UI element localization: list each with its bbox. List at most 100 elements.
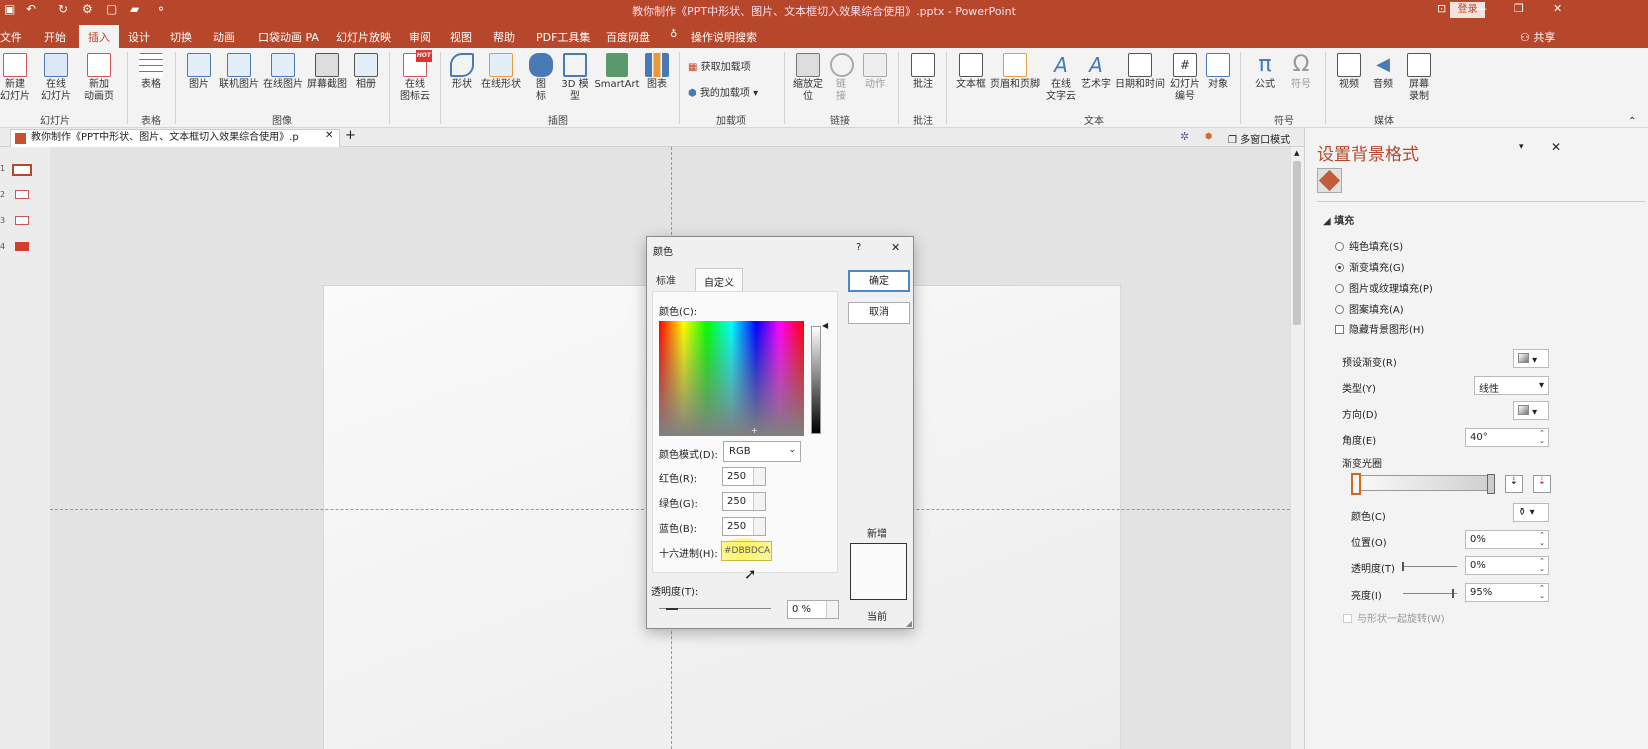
blue-input[interactable]: 250 — [722, 517, 766, 536]
green-input[interactable]: 250 — [722, 492, 766, 511]
new-tab-icon[interactable]: + — [345, 128, 356, 143]
angle-input[interactable]: 40° ⌃ ⌄ — [1465, 428, 1549, 447]
minimize-icon[interactable]: — — [1476, 2, 1487, 15]
transparency-slider[interactable] — [1402, 562, 1457, 571]
collapse-ribbon-icon[interactable]: ⌃ — [1628, 116, 1636, 127]
color-crosshair[interactable]: + — [751, 427, 758, 435]
dialog-transparency-input[interactable]: 0 % — [787, 600, 839, 619]
multi-window-button[interactable]: ❐ 多窗口模式 — [1228, 131, 1290, 146]
screenshot-button[interactable]: 屏幕截图 — [306, 53, 348, 91]
fill-category-button[interactable] — [1317, 168, 1342, 193]
resize-grip-icon[interactable]: ◢ — [906, 619, 912, 628]
hide-background-checkbox[interactable] — [1335, 325, 1344, 334]
datetime-button[interactable]: 日期和时间 — [1114, 53, 1166, 91]
picture-fill-radio[interactable] — [1335, 284, 1344, 293]
link-button[interactable]: 链 接 — [830, 53, 854, 103]
rotate-with-shape-option[interactable]: 与形状一起旋转(W) — [1343, 610, 1445, 625]
gradient-stops-bar[interactable] — [1355, 475, 1493, 491]
screen-recording-button[interactable]: 屏幕 录制 — [1402, 53, 1436, 103]
gradient-stop-1[interactable] — [1351, 473, 1361, 495]
gradient-type-dropdown[interactable]: 线性 ▾ — [1474, 376, 1549, 395]
new-slide-button[interactable]: 新建 幻灯片 — [0, 53, 30, 103]
tab-design[interactable]: 设计 — [128, 29, 150, 45]
brightness-slider[interactable] — [1403, 589, 1457, 598]
tab-review[interactable]: 审阅 — [409, 29, 431, 45]
share-button[interactable]: ⚇ 共享 — [1520, 29, 1555, 45]
gradient-stop-2[interactable] — [1487, 474, 1495, 494]
zoom-button[interactable]: 缩放定 位 — [790, 53, 826, 103]
header-footer-button[interactable]: 页眉和页脚 — [990, 53, 1040, 91]
tab-home[interactable]: 开始 — [44, 29, 66, 45]
chart-button[interactable]: 图表 — [644, 53, 670, 91]
add-stop-button[interactable]: ⇣ — [1505, 475, 1523, 493]
gradient-fill-radio[interactable] — [1335, 263, 1344, 272]
brightness-slider-thumb[interactable] — [1452, 589, 1454, 598]
plugin-icon[interactable]: ✲ — [1180, 130, 1189, 143]
cancel-button[interactable]: 取消 — [848, 302, 910, 324]
tell-me-search[interactable]: 操作说明搜索 — [691, 29, 757, 45]
scroll-thumb[interactable] — [1293, 161, 1301, 325]
pattern-fill-radio[interactable] — [1335, 305, 1344, 314]
online-text-cloud-button[interactable]: A 在线 文字云 — [1044, 53, 1078, 103]
pane-options-icon[interactable]: ▾ — [1519, 142, 1524, 152]
pattern-fill-option[interactable]: 图案填充(A) — [1335, 301, 1404, 316]
online-picture-button[interactable]: 联机图片 — [218, 53, 260, 91]
3d-model-button[interactable]: 3D 模 型 — [560, 53, 590, 103]
object-button[interactable]: 对象 — [1204, 53, 1232, 91]
document-tab[interactable]: 教你制作《PPT中形状、图片、文本框切入效果综合使用》.p — [10, 129, 340, 147]
table-button[interactable]: 表格 — [136, 53, 166, 91]
textbox-button[interactable]: 文本框 — [954, 53, 988, 91]
dialog-transparency-thumb[interactable] — [666, 608, 678, 610]
ribbon-display-icon[interactable]: ⊡ — [1437, 2, 1446, 15]
scroll-up-icon[interactable]: ▲ — [1294, 149, 1299, 157]
tab-file[interactable]: 文件 — [0, 29, 22, 45]
tab-pdf-tools[interactable]: PDF工具集 — [536, 29, 590, 45]
online-slide-button[interactable]: 在线 幻灯片 — [36, 53, 76, 103]
maximize-icon[interactable]: ❐ — [1514, 2, 1524, 15]
help-button[interactable]: ? — [856, 242, 861, 253]
action-button[interactable]: 动作 — [860, 53, 890, 91]
tab-help[interactable]: 帮助 — [493, 29, 515, 45]
color-spectrum[interactable]: + — [659, 321, 804, 436]
tab-animations[interactable]: 动画 — [213, 29, 235, 45]
stop-position-input[interactable]: 0% ⌃ ⌄ — [1465, 530, 1549, 549]
gradient-fill-option[interactable]: 渐变填充(G) — [1335, 259, 1405, 274]
smartart-button[interactable]: SmartArt — [594, 53, 640, 91]
hide-background-option[interactable]: 隐藏背景图形(H) — [1335, 321, 1424, 336]
online-picture2-button[interactable]: 在线图片 — [262, 53, 304, 91]
tab-transitions[interactable]: 切换 — [170, 29, 192, 45]
pane-close-icon[interactable]: ✕ — [1551, 140, 1561, 154]
slide-number-button[interactable]: # 幻灯片 编号 — [1168, 53, 1202, 103]
fill-section-header[interactable]: ◢ 填充 — [1323, 212, 1354, 227]
equation-button[interactable]: π 公式 — [1250, 53, 1280, 91]
tab-view[interactable]: 视图 — [450, 29, 472, 45]
picture-button[interactable]: 图片 — [184, 53, 214, 91]
close-tab-icon[interactable]: ✕ — [325, 130, 333, 141]
icons-button[interactable]: 图 标 — [528, 53, 554, 103]
dialog-transparency-slider[interactable] — [659, 608, 771, 610]
audio-button[interactable]: ◀ 音频 — [1368, 53, 1398, 91]
tab-standard[interactable]: 标准 — [656, 272, 676, 287]
tab-insert[interactable]: 插入 — [79, 25, 119, 48]
online-shapes-button[interactable]: 在线形状 — [480, 53, 522, 91]
stop-transparency-input[interactable]: 0% ⌃ ⌄ — [1465, 556, 1549, 575]
brightness-input[interactable]: 95% ⌃ ⌄ — [1465, 583, 1549, 602]
vertical-scrollbar[interactable]: ▲ — [1290, 147, 1304, 749]
tab-pocket-animation[interactable]: 口袋动画 PA — [258, 29, 319, 45]
wordart-button[interactable]: A 艺术字 — [1080, 53, 1112, 91]
add-animation-page-button[interactable]: 新加 动画页 — [78, 53, 120, 103]
remove-stop-button[interactable]: ⇣ — [1533, 475, 1551, 493]
video-button[interactable]: 视频 — [1334, 53, 1364, 91]
preset-gradient-dropdown[interactable]: ▾ — [1513, 349, 1549, 368]
ok-button[interactable]: 确定 — [848, 270, 910, 292]
direction-dropdown[interactable]: ▾ — [1513, 401, 1549, 420]
luminance-arrow[interactable]: ◀ — [822, 321, 828, 330]
tab-baidu-netdisk[interactable]: 百度网盘 — [606, 29, 650, 45]
tab-custom[interactable]: 自定义 — [695, 268, 743, 291]
dialog-close-button[interactable]: ✕ — [891, 241, 900, 254]
hex-input[interactable]: #DBBDCA — [721, 541, 772, 561]
solid-fill-option[interactable]: 纯色填充(S) — [1335, 238, 1403, 253]
album-button[interactable]: 相册 — [350, 53, 382, 91]
my-addins-button[interactable]: ⬢ 我的加载项 ▾ — [688, 88, 758, 100]
stop-color-dropdown[interactable]: ⚱ ▾ — [1513, 503, 1549, 522]
